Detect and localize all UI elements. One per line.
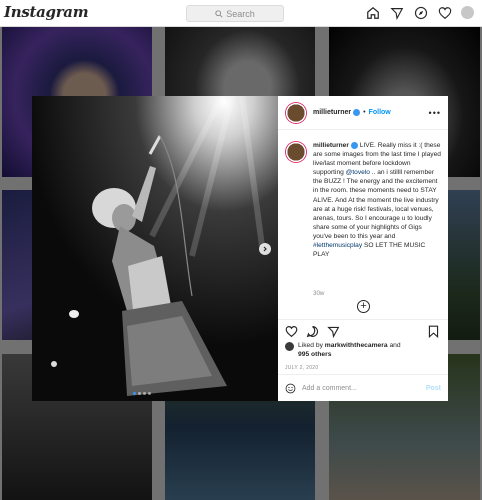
heart-icon[interactable] (285, 325, 298, 338)
more-options-icon[interactable]: ••• (429, 108, 441, 118)
home-icon[interactable] (365, 5, 380, 20)
post-header: millieturner • Follow ••• (278, 96, 448, 130)
carousel-dot (148, 392, 151, 395)
likes-summary: Liked by markwiththecamera and 995 other… (285, 342, 401, 359)
top-nav: Instagram Search (0, 0, 482, 27)
likes-prefix: Liked by (298, 342, 325, 349)
search-icon (215, 9, 223, 18)
avatar[interactable] (285, 101, 307, 124)
action-icons (285, 325, 340, 339)
carousel-dots (133, 392, 151, 395)
heart-icon[interactable] (437, 5, 452, 20)
search-placeholder: Search (226, 8, 255, 19)
avatar[interactable] (285, 342, 294, 351)
hashtag-link[interactable]: #letthemusicplay (313, 242, 362, 249)
post-username[interactable]: millieturner (313, 109, 351, 116)
post-date[interactable]: JULY 2, 2020 (285, 365, 318, 371)
likes-middle: and (387, 342, 401, 349)
explore-icon[interactable] (413, 5, 428, 20)
instagram-logo[interactable]: Instagram (4, 3, 89, 21)
direct-icon[interactable] (389, 5, 404, 20)
carousel-dot (133, 392, 136, 395)
post-comment-button[interactable]: Post (426, 385, 441, 392)
share-icon[interactable] (327, 325, 340, 339)
bookmark-icon[interactable] (427, 325, 440, 339)
profile-avatar[interactable] (461, 6, 474, 19)
caption-text: millieturner LIVE. Really miss it :( the… (313, 141, 441, 259)
chevron-right-icon (263, 246, 267, 252)
follow-separator: • (363, 109, 366, 116)
emoji-icon[interactable] (285, 383, 296, 394)
post-caption: millieturner LIVE. Really miss it :( the… (285, 141, 441, 259)
likes-count[interactable]: 995 others (298, 351, 331, 358)
carousel-dot (143, 392, 146, 395)
carousel-next-button[interactable] (259, 243, 271, 255)
post-side-panel: millieturner • Follow ••• millieturner L… (278, 96, 448, 401)
caption-body: .. an i stillll remember the BUZZ ! The … (313, 169, 439, 240)
nav-icons (365, 5, 474, 20)
caption-age: 30w (313, 282, 324, 300)
caption-age-text: 30w (313, 290, 325, 297)
search-input[interactable]: Search (186, 5, 284, 22)
caption-username[interactable]: millieturner (313, 142, 349, 149)
mention-link[interactable]: @tovelo (346, 169, 370, 176)
verified-badge-icon (350, 141, 358, 149)
comment-icon[interactable] (306, 325, 319, 338)
carousel-dot (138, 392, 141, 395)
liker-username[interactable]: markwiththecamera (325, 342, 388, 349)
follow-button[interactable]: Follow (369, 109, 391, 116)
comment-placeholder[interactable]: Add a comment... (302, 385, 426, 392)
avatar[interactable] (285, 141, 307, 163)
post-image[interactable] (32, 96, 278, 401)
post-actions: Liked by markwiththecamera and 995 other… (278, 319, 448, 401)
comment-input[interactable]: Add a comment... Post (278, 374, 448, 402)
performer-photo (32, 96, 278, 401)
load-more-comments-button[interactable]: + (357, 300, 370, 313)
verified-badge-icon (353, 109, 361, 116)
